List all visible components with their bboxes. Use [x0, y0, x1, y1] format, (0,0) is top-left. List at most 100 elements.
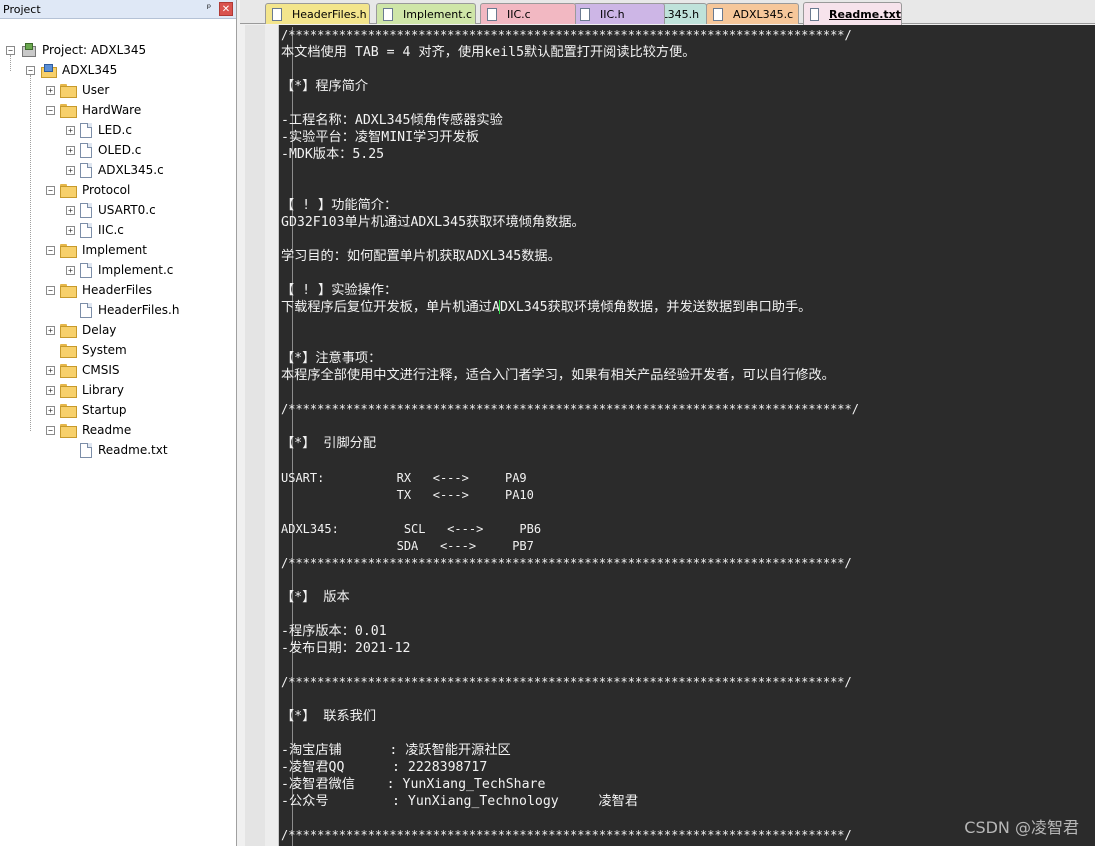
collapse-toggle-icon[interactable]: −: [46, 185, 55, 195]
folder-icon: [60, 104, 77, 118]
file-icon: [713, 7, 723, 21]
collapse-toggle-icon[interactable]: −: [26, 65, 35, 75]
code-line: /***************************************…: [281, 402, 859, 417]
code-line: /***************************************…: [281, 827, 852, 842]
tree-item-group-protocol[interactable]: − Protocol: [46, 180, 130, 200]
tree-item-group-startup[interactable]: + Startup: [46, 400, 127, 420]
collapse-toggle-icon[interactable]: −: [6, 45, 15, 55]
folder-icon: [60, 184, 77, 198]
tab-readme-txt[interactable]: Readme.txt: [803, 2, 902, 25]
close-panel-button[interactable]: ✕: [219, 2, 233, 16]
code-line: 【*】注意事项：: [281, 351, 382, 367]
tree-item-group-cmsis[interactable]: + CMSIS: [46, 360, 120, 380]
expand-toggle-icon[interactable]: +: [46, 385, 55, 395]
project-panel-title: Project: [3, 2, 41, 16]
tree-item-label: Startup: [82, 403, 127, 417]
code-line: -MDK版本：5.25: [281, 147, 385, 163]
code-line: 本文档使用 TAB = 4 对齐，使用keil5默认配置打开阅读比较方便。: [281, 45, 696, 61]
collapse-toggle-icon[interactable]: −: [46, 425, 55, 435]
file-icon: [80, 262, 92, 278]
tree-item-file-headerfiles-h[interactable]: HeaderFiles.h: [66, 300, 179, 320]
tree-item-group-implement[interactable]: − Implement: [46, 240, 147, 260]
tree-item-file-implement-c[interactable]: + Implement.c: [66, 260, 173, 280]
code-line: -凌智君QQ : 2228398717: [281, 759, 488, 775]
target-icon: [40, 63, 57, 78]
tree-item-label: LED.c: [98, 123, 132, 137]
code-line: 下载程序后复位开发板，单片机通过ADXL345获取环境倾角数据，并发送数据到串口…: [281, 300, 812, 316]
tab-label: IIC.c: [507, 7, 531, 21]
tree-item-label: ADXL345.c: [98, 163, 164, 177]
tree-item-group-headerfiles[interactable]: − HeaderFiles: [46, 280, 152, 300]
file-icon: [80, 142, 92, 158]
project-panel: Project ᵖ ✕ − Project: ADXL345− ADXL345 + Us…: [0, 0, 237, 846]
tree-item-file-iic-c[interactable]: + IIC.c: [66, 220, 124, 240]
tree-item-group-system[interactable]: System: [46, 340, 127, 360]
expand-toggle-icon[interactable]: +: [46, 405, 55, 415]
tab-iic-c[interactable]: IIC.c: [480, 3, 576, 24]
tree-item-group-library[interactable]: + Library: [46, 380, 124, 400]
expand-toggle-icon[interactable]: +: [66, 145, 75, 155]
code-line: 本程序全部使用中文进行注释，适合入门者学习，如果有相关产品经验开发者，可以自行修…: [281, 368, 835, 384]
code-line: -程序版本：0.01: [281, 623, 387, 639]
tree-item-group-hardware[interactable]: − HardWare: [46, 100, 141, 120]
tree-item-file-oled-c[interactable]: + OLED.c: [66, 140, 141, 160]
file-icon: [80, 162, 92, 178]
file-icon: [580, 7, 590, 21]
collapse-toggle-icon[interactable]: −: [46, 245, 55, 255]
tab-headerfiles-h[interactable]: HeaderFiles.h: [265, 3, 370, 24]
expand-toggle-icon[interactable]: +: [46, 85, 55, 95]
editor-tab-bar: HeaderFiles.h Implement.c IIC.c IIC.h ADXL34…: [240, 0, 1095, 25]
code-line: 【*】 引脚分配: [281, 436, 377, 452]
code-line: 【*】程序简介: [281, 79, 369, 95]
tree-item-file-readme-txt[interactable]: Readme.txt: [66, 440, 168, 460]
tree-item-label: HeaderFiles: [82, 283, 153, 297]
expand-toggle-icon[interactable]: +: [66, 225, 75, 235]
line-gutter: [245, 25, 265, 846]
pin-icon[interactable]: ᵖ: [202, 2, 216, 16]
expand-toggle-icon[interactable]: +: [66, 205, 75, 215]
tree-item-project-root[interactable]: − Project: ADXL345: [6, 40, 146, 60]
text-editor[interactable]: /***************************************…: [245, 25, 1095, 846]
proj-icon: [20, 43, 36, 57]
tab-adxl345-c[interactable]: ADXL345.c: [706, 3, 799, 24]
fold-margin: [265, 25, 293, 846]
expand-toggle-icon[interactable]: +: [66, 265, 75, 275]
code-line: -公众号 : YunXiang_Technology 凌智君: [281, 793, 639, 809]
expand-toggle-icon[interactable]: +: [46, 325, 55, 335]
tree-item-file-usart0-c[interactable]: + USART0.c: [66, 200, 156, 220]
tree-item-file-adxl345-c[interactable]: + ADXL345.c: [66, 160, 164, 180]
tree-item-label: OLED.c: [98, 143, 142, 157]
tree-item-label: HardWare: [82, 103, 142, 117]
tree-item-label: User: [82, 83, 110, 97]
code-line: TX <---> PA10: [281, 487, 534, 502]
code-line: /***************************************…: [281, 555, 852, 570]
tree-item-label: Readme: [82, 423, 132, 437]
tab-label: Implement.c: [403, 7, 473, 21]
collapse-toggle-icon[interactable]: −: [46, 105, 55, 115]
expand-toggle-icon[interactable]: +: [66, 125, 75, 135]
code-line: ADXL345: SCL <---> PB6: [281, 521, 542, 536]
code-line: -发布日期：2021-12: [281, 640, 411, 656]
folder-icon: [60, 324, 77, 338]
code-line: 【 ! 】实验操作：: [281, 283, 398, 299]
folder-icon: [60, 344, 77, 358]
tree-item-group-delay[interactable]: + Delay: [46, 320, 116, 340]
tree-item-label: ADXL345: [62, 63, 118, 77]
code-line: /***************************************…: [281, 28, 852, 42]
tab-implement-c[interactable]: Implement.c: [376, 3, 476, 24]
tree-item-group-readme[interactable]: − Readme: [46, 420, 131, 440]
tree-item-file-led-c[interactable]: + LED.c: [66, 120, 132, 140]
folder-icon: [60, 364, 77, 378]
collapse-toggle-icon[interactable]: −: [46, 285, 55, 295]
tree-item-label: Protocol: [82, 183, 131, 197]
expand-toggle-icon[interactable]: +: [46, 365, 55, 375]
code-area[interactable]: /***************************************…: [281, 27, 1093, 846]
expand-toggle-icon[interactable]: +: [66, 165, 75, 175]
folder-icon: [60, 244, 77, 258]
tree-item-label: System: [82, 343, 127, 357]
tree-item-target[interactable]: − ADXL345: [26, 60, 117, 80]
file-icon: [80, 302, 92, 318]
tab-iic-h[interactable]: IIC.h: [573, 3, 665, 24]
tree-item-label: Readme.txt: [98, 443, 168, 457]
tree-item-group-user[interactable]: + User: [46, 80, 109, 100]
